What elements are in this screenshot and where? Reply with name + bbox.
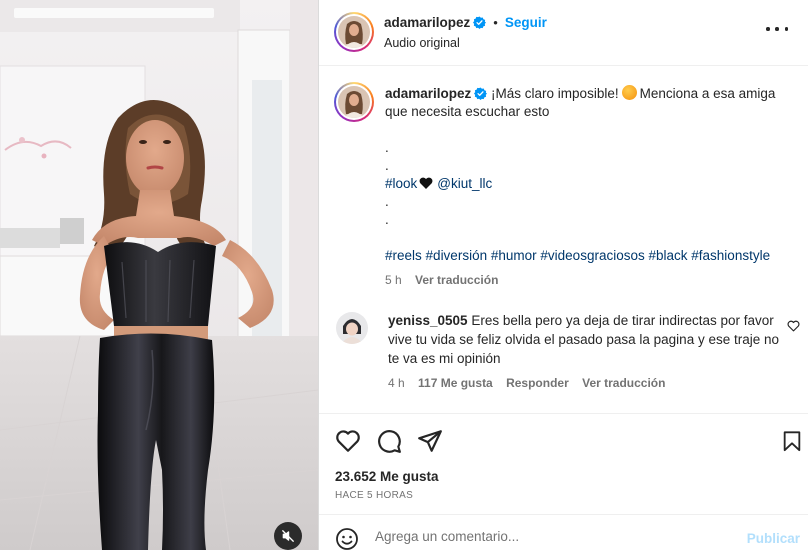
mention-link[interactable]: @kiut_llc: [437, 176, 492, 191]
caption-dot: .: [385, 140, 389, 155]
translate-caption-button[interactable]: Ver traducción: [415, 273, 498, 287]
share-paper-plane-icon[interactable]: [417, 428, 443, 454]
likes-count[interactable]: 23.652 Me gusta: [335, 469, 439, 484]
comment-bubble-icon[interactable]: [376, 428, 402, 454]
like-heart-icon[interactable]: [335, 428, 361, 454]
verified-badge-icon: [473, 16, 487, 29]
reel-video[interactable]: [0, 0, 318, 550]
hashtag-list: #reels #diversión #humor #videosgracioso…: [385, 247, 795, 265]
caption-meta: 5 h Ver traducción: [385, 271, 795, 289]
hashtag-link[interactable]: #reels: [385, 248, 422, 263]
comment-composer: Publicar: [319, 514, 808, 550]
caption-dot: .: [385, 212, 389, 227]
hashtag-link[interactable]: #black: [648, 248, 687, 263]
caption-timestamp[interactable]: 5 h: [385, 273, 402, 287]
caption-line-2: Menciona a esa amiga: [639, 86, 776, 101]
author-avatar-image: [338, 16, 370, 48]
speaker-muted-icon: [282, 530, 294, 542]
hashtag-link[interactable]: #diversión: [426, 248, 488, 263]
instagram-post-modal: adamarilopez • Seguir Audio original ada…: [0, 0, 808, 550]
post-side-panel: adamarilopez • Seguir Audio original ada…: [319, 0, 808, 550]
hashtag-link[interactable]: #fashionstyle: [691, 248, 770, 263]
more-horizontal-icon: [766, 27, 770, 31]
caption-text: adamarilopez ¡Más claro imposible! Mencio…: [385, 85, 795, 289]
caption-avatar-image: [338, 86, 370, 118]
caption-dot: .: [385, 158, 389, 173]
caption-username[interactable]: adamarilopez: [385, 86, 471, 101]
comment-likes-count[interactable]: 117 Me gusta: [418, 376, 493, 390]
commenter-avatar[interactable]: [336, 312, 368, 344]
emoji-smiley-icon[interactable]: [335, 527, 359, 550]
reply-button[interactable]: Responder: [506, 376, 569, 390]
comment-timestamp[interactable]: 4 h: [388, 376, 405, 390]
commenter-username[interactable]: yeniss_0505: [388, 313, 468, 328]
audio-link[interactable]: Audio original: [384, 36, 460, 50]
caption-line-3: que necesita escuchar esto: [385, 104, 550, 119]
black-heart-icon: [419, 177, 433, 189]
commenter-avatar-image: [336, 312, 368, 344]
save-bookmark-icon[interactable]: [781, 428, 803, 454]
video-frame: [0, 0, 318, 550]
hashtag-link[interactable]: #humor: [491, 248, 537, 263]
caption-author-avatar[interactable]: [334, 82, 374, 122]
publish-button[interactable]: Publicar: [747, 531, 800, 546]
hashtag-link[interactable]: #videosgraciosos: [540, 248, 644, 263]
comment-input[interactable]: [375, 529, 735, 544]
verified-badge-icon: [474, 87, 488, 100]
author-avatar[interactable]: [334, 12, 374, 52]
blushing-emoji-icon: [621, 85, 637, 100]
comment-meta: 4 h 117 Me gusta Responder Ver traducció…: [388, 374, 788, 393]
comment-like-heart-icon[interactable]: [787, 320, 800, 332]
follow-button[interactable]: Seguir: [505, 15, 547, 30]
header-separator: •: [493, 15, 498, 30]
author-username[interactable]: adamarilopez: [384, 15, 470, 30]
caption-dot: .: [385, 194, 389, 209]
more-options-button[interactable]: [766, 24, 788, 34]
translate-comment-button[interactable]: Ver traducción: [582, 376, 665, 390]
mute-toggle-button[interactable]: [274, 522, 302, 550]
post-header: adamarilopez • Seguir Audio original: [319, 0, 808, 66]
caption-line-1: ¡Más claro imposible!: [491, 86, 619, 101]
hashtag-look[interactable]: #look: [385, 176, 417, 191]
post-time-ago: HACE 5 HORAS: [335, 490, 414, 501]
